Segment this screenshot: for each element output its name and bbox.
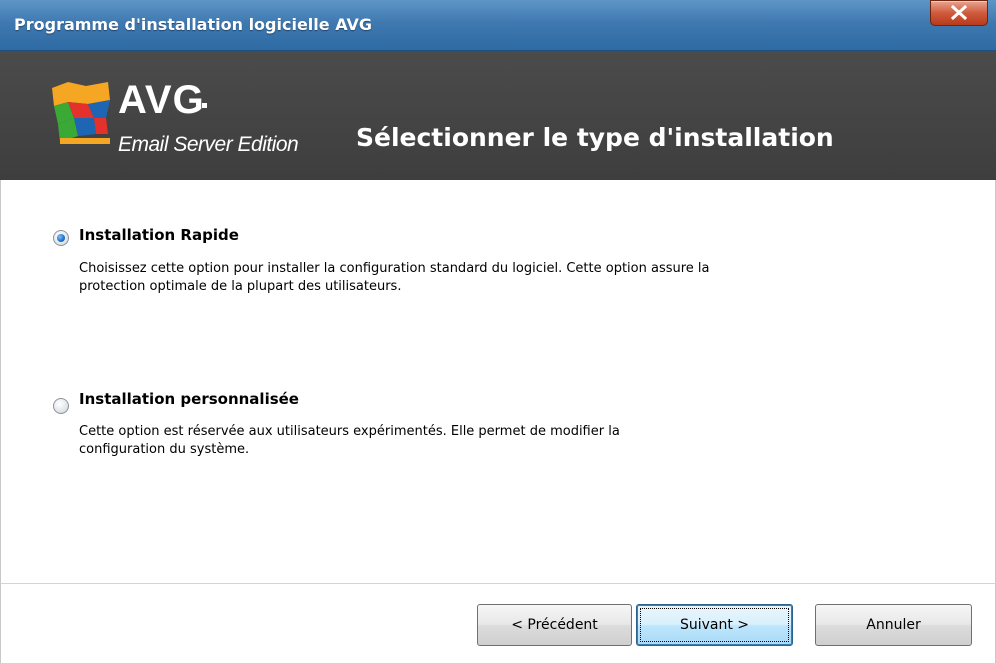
- window-title: Programme d'installation logicielle AVG: [14, 15, 372, 34]
- cancel-button[interactable]: Annuler: [815, 604, 972, 646]
- cancel-button-label: Annuler: [866, 617, 921, 633]
- option-description-custom: Cette option est réservée aux utilisateu…: [79, 424, 620, 457]
- title-bar[interactable]: Programme d'installation logicielle AVG: [0, 0, 996, 51]
- header-banner: AVG Email Server Edition Sélectionner le…: [0, 51, 996, 180]
- logo-dot: [202, 103, 207, 108]
- option-label-custom[interactable]: Installation personnalisée: [79, 390, 299, 408]
- radio-quick-install[interactable]: [53, 230, 69, 246]
- options-panel: Installation Rapide Choisissez cette opt…: [0, 180, 996, 583]
- close-icon: [950, 5, 968, 20]
- avg-logo: AVG Email Server Edition: [48, 78, 318, 158]
- previous-button[interactable]: < Précédent: [477, 604, 632, 646]
- page-heading: Sélectionner le type d'installation: [356, 123, 834, 152]
- button-bar: < Précédent Suivant > Annuler: [0, 583, 996, 663]
- close-button[interactable]: [930, 0, 988, 26]
- installer-window: Programme d'installation logicielle AVG …: [0, 0, 996, 663]
- focus-rectangle: [640, 608, 789, 642]
- logo-edition-text: Email Server Edition: [118, 133, 299, 156]
- next-button[interactable]: Suivant >: [636, 604, 793, 646]
- avg-logo-icon: [52, 82, 110, 144]
- logo-brand-text: AVG: [118, 78, 205, 122]
- option-label-quick[interactable]: Installation Rapide: [79, 226, 239, 244]
- option-description-quick: Choisissez cette option pour installer l…: [79, 261, 710, 294]
- previous-button-label: < Précédent: [511, 617, 598, 633]
- radio-custom-install[interactable]: [53, 398, 69, 414]
